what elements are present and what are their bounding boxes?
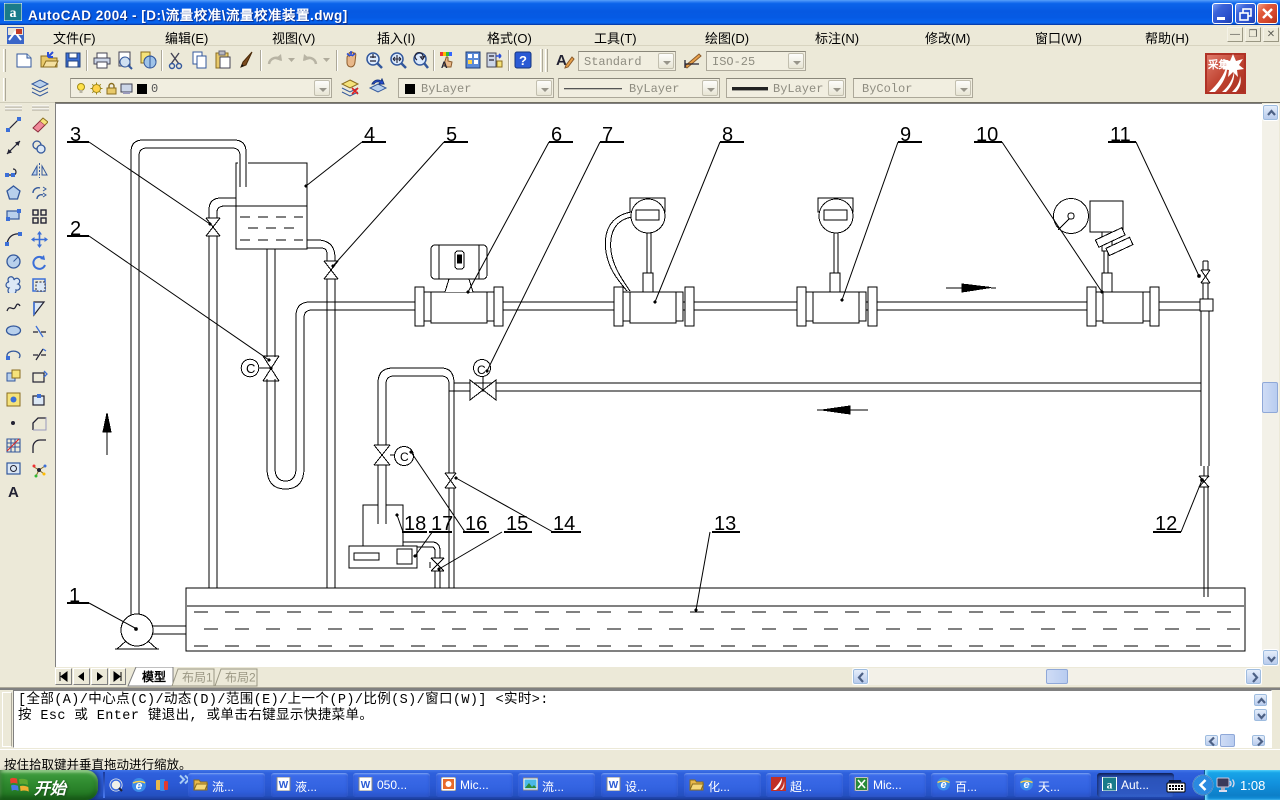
svg-text:W: W bbox=[361, 780, 371, 791]
svg-text:C: C bbox=[477, 363, 486, 377]
svg-text:C: C bbox=[400, 450, 409, 464]
svg-text:9: 9 bbox=[900, 124, 911, 146]
svg-text:17: 17 bbox=[431, 513, 453, 535]
svg-text:a: a bbox=[10, 6, 17, 21]
svg-text:8: 8 bbox=[722, 124, 733, 146]
svg-text:12: 12 bbox=[1155, 513, 1177, 535]
svg-text:采集: 采集 bbox=[1207, 58, 1230, 71]
svg-text:2: 2 bbox=[70, 218, 81, 240]
svg-text:W: W bbox=[279, 780, 289, 791]
svg-text:18: 18 bbox=[404, 513, 426, 535]
svg-text:布局2: 布局2 bbox=[225, 671, 256, 685]
svg-text:7: 7 bbox=[602, 124, 613, 146]
svg-text:10: 10 bbox=[976, 124, 998, 146]
svg-text:A: A bbox=[8, 484, 19, 500]
svg-text:W: W bbox=[609, 780, 619, 791]
svg-text:5: 5 bbox=[446, 124, 457, 146]
svg-text:模型: 模型 bbox=[142, 669, 166, 684]
svg-text:C: C bbox=[246, 361, 255, 376]
svg-text:13: 13 bbox=[714, 513, 736, 535]
svg-text:4: 4 bbox=[364, 124, 375, 146]
svg-text:1: 1 bbox=[69, 585, 80, 607]
svg-text:16: 16 bbox=[465, 513, 487, 535]
svg-text:3: 3 bbox=[70, 124, 81, 146]
svg-text:布局1: 布局1 bbox=[182, 671, 213, 685]
svg-text:6: 6 bbox=[551, 124, 562, 146]
svg-text:?: ? bbox=[519, 53, 527, 68]
svg-text:11: 11 bbox=[1110, 124, 1131, 146]
svg-text:15: 15 bbox=[506, 513, 528, 535]
svg-text:A: A bbox=[441, 60, 448, 70]
svg-text:14: 14 bbox=[553, 513, 575, 535]
svg-text:a: a bbox=[1107, 780, 1113, 792]
